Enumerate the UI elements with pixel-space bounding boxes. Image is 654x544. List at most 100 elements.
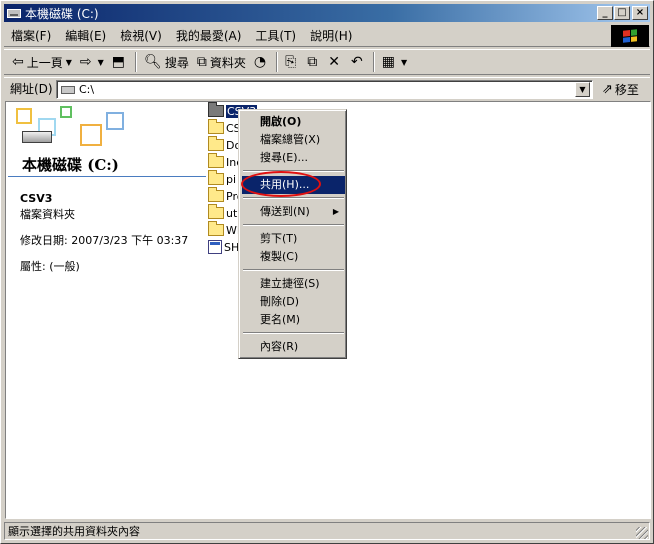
menu-file[interactable]: 檔案(F) xyxy=(4,27,58,44)
list-item[interactable]: Do xyxy=(208,136,241,153)
go-label: 移至 xyxy=(614,83,639,97)
up-folder-button[interactable]: ⬒ xyxy=(108,51,132,73)
back-dropdown-icon[interactable]: ▼ xyxy=(66,58,72,67)
attributes: 屬性: (一般) xyxy=(20,260,80,273)
back-button[interactable]: ⇦ 上一頁 ▼ xyxy=(8,51,76,73)
toolbar: ⇦ 上一頁 ▼ ⇨ ▼ ⬒ 🔍︎ 搜尋 ⧉ 資料夾 ◔ ⎘ ⧉ ✕ ↶ ▦ ▼ xyxy=(4,49,650,75)
forward-dropdown-icon[interactable]: ▼ xyxy=(98,58,104,67)
move-to-icon: ⎘ xyxy=(285,54,297,70)
list-item[interactable]: WI xyxy=(208,221,240,238)
modified-date: 修改日期: 2007/3/23 下午 03:37 xyxy=(20,234,189,247)
folder-icon xyxy=(208,119,224,134)
copy-to-icon: ⧉ xyxy=(307,54,318,70)
context-menu: 開啟(O) 檔案總管(X) 搜尋(E)... 共用(H)... 傳送到(N) ▶… xyxy=(238,109,347,359)
menu-item-cut[interactable]: 剪下(T) xyxy=(242,230,345,248)
close-button[interactable]: × xyxy=(632,6,648,20)
menu-tools[interactable]: 工具(T) xyxy=(248,27,303,44)
hard-drive-icon xyxy=(22,131,52,143)
minimize-button[interactable]: _ xyxy=(597,6,613,20)
menu-separator xyxy=(243,332,344,334)
views-button[interactable]: ▦ ▼ xyxy=(378,51,411,73)
menu-item-explore[interactable]: 檔案總管(X) xyxy=(242,131,345,149)
menu-edit[interactable]: 編輯(E) xyxy=(58,27,113,44)
menu-item-copy[interactable]: 複製(C) xyxy=(242,248,345,266)
delete-icon: ✕ xyxy=(328,54,340,70)
search-button[interactable]: 🔍︎ 搜尋 xyxy=(140,51,193,73)
menu-item-properties[interactable]: 內容(R) xyxy=(242,338,345,356)
banner-square xyxy=(80,124,102,146)
menu-favorites[interactable]: 我的最愛(A) xyxy=(169,27,249,44)
menu-bar: 檔案(F) 編輯(E) 檢視(V) 我的最愛(A) 工具(T) 說明(H) xyxy=(4,25,650,47)
windows-flag-icon xyxy=(623,29,637,43)
status-text: 顯示選擇的共用資料夾內容 xyxy=(4,522,650,540)
folder-icon xyxy=(208,221,224,236)
menu-item-open[interactable]: 開啟(O) xyxy=(242,113,345,131)
toolbar-separator xyxy=(276,52,279,72)
menu-item-search[interactable]: 搜尋(E)... xyxy=(242,149,345,167)
history-button[interactable]: ◔ xyxy=(250,51,273,73)
menu-separator xyxy=(243,197,344,199)
drive-banner: 本機磁碟 (C:) xyxy=(8,104,206,176)
copy-to-button[interactable]: ⧉ xyxy=(303,51,324,73)
toolbar-separator xyxy=(372,52,375,72)
drive-icon xyxy=(61,85,75,94)
item-name: pi xyxy=(226,172,237,186)
menu-help[interactable]: 說明(H) xyxy=(303,27,359,44)
back-label: 上一頁 xyxy=(26,55,63,70)
selected-item-type: 檔案資料夾 xyxy=(20,208,75,221)
folder-icon xyxy=(208,153,224,168)
back-arrow-icon: ⇦ xyxy=(12,54,24,70)
menu-item-send-to[interactable]: 傳送到(N) ▶ xyxy=(242,203,345,221)
drive-title: 本機磁碟 (C:) xyxy=(22,156,119,174)
go-arrow-icon: ⇗ xyxy=(602,82,613,97)
search-icon: 🔍︎ xyxy=(144,54,162,70)
move-to-button[interactable]: ⎘ xyxy=(281,51,303,73)
submenu-arrow-icon: ▶ xyxy=(332,207,339,216)
folder-icon xyxy=(208,170,224,185)
menu-separator xyxy=(243,269,344,271)
windows-logo xyxy=(611,25,649,47)
selected-item-name: CSV3 xyxy=(20,192,53,205)
views-icon: ▦ xyxy=(381,54,395,70)
menu-item-rename[interactable]: 更名(M) xyxy=(242,311,345,329)
views-dropdown-icon[interactable]: ▼ xyxy=(401,58,407,67)
banner-square xyxy=(60,106,72,118)
maximize-button[interactable]: □ xyxy=(614,6,630,20)
address-bar: 網址(D) C:\ ▼ ⇗ 移至 xyxy=(4,77,650,99)
banner-square xyxy=(16,108,32,124)
list-item[interactable]: pi xyxy=(208,170,237,187)
menu-view[interactable]: 檢視(V) xyxy=(113,27,169,44)
resize-grip-icon[interactable] xyxy=(636,527,648,539)
folders-icon: ⧉ xyxy=(196,54,207,70)
up-folder-icon: ⬒ xyxy=(111,54,126,70)
undo-icon: ↶ xyxy=(351,54,363,70)
menu-item-delete[interactable]: 刪除(D) xyxy=(242,293,345,311)
address-dropdown-icon[interactable]: ▼ xyxy=(575,82,590,97)
list-item[interactable]: SH xyxy=(208,239,239,255)
search-label: 搜尋 xyxy=(164,55,189,70)
drive-icon xyxy=(7,8,21,18)
folders-button[interactable]: ⧉ 資料夾 xyxy=(193,51,250,73)
menu-item-create-shortcut[interactable]: 建立捷徑(S) xyxy=(242,275,345,293)
address-label: 網址(D) xyxy=(10,82,53,96)
banner-divider xyxy=(8,176,206,177)
address-input[interactable]: C:\ ▼ xyxy=(56,80,593,99)
go-button[interactable]: ⇗ 移至 xyxy=(602,81,639,98)
details-pane: 本機磁碟 (C:) CSV3 檔案資料夾 修改日期: 2007/3/23 下午 … xyxy=(6,102,206,518)
folders-label: 資料夾 xyxy=(209,55,246,70)
folder-icon xyxy=(208,204,224,219)
send-to-label: 傳送到(N) xyxy=(260,205,310,218)
forward-button[interactable]: ⇨ ▼ xyxy=(76,51,108,73)
list-item[interactable]: CS xyxy=(208,119,241,136)
folder-icon xyxy=(208,136,224,151)
toolbar-separator xyxy=(135,52,138,72)
folder-icon xyxy=(208,187,224,202)
delete-button[interactable]: ✕ xyxy=(324,51,347,73)
window-title: 本機磁碟 (C:) xyxy=(25,6,99,21)
title-bar[interactable]: 本機磁碟 (C:) _ □ × xyxy=(4,4,650,22)
status-bar: 顯示選擇的共用資料夾內容 xyxy=(4,521,650,541)
menu-separator xyxy=(243,224,344,226)
banner-square xyxy=(106,112,124,130)
forward-arrow-icon: ⇨ xyxy=(79,54,92,70)
undo-button[interactable]: ↶ xyxy=(347,51,370,73)
